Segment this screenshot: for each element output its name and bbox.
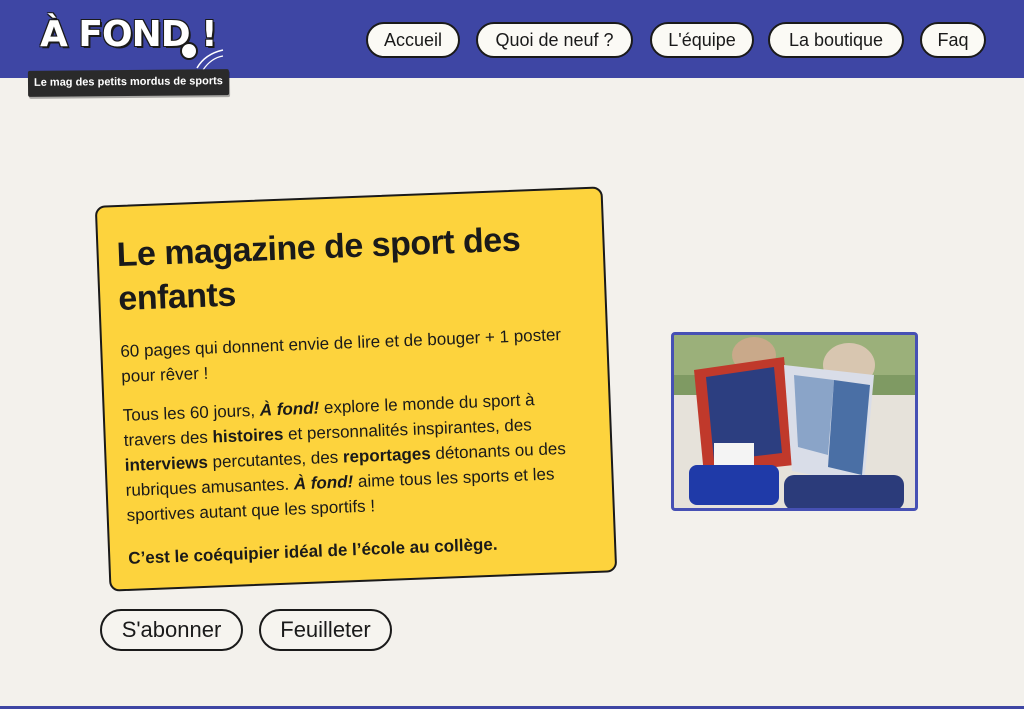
photo-illustration — [674, 335, 915, 508]
hero-intro: 60 pages qui donnent envie de lire et de… — [120, 325, 562, 386]
main-nav: Accueil Quoi de neuf ? L'équipe La bouti… — [0, 22, 1024, 58]
hero-card: Le magazine de sport des enfants 60 page… — [94, 186, 618, 592]
kids-reading-photo — [671, 332, 918, 511]
subscribe-button[interactable]: S'abonner — [100, 609, 243, 651]
site-header: À FOND ! Accueil Quoi de neuf ? L'équipe… — [0, 0, 1024, 78]
hero-closing: C’est le coéquipier idéal de l’école au … — [127, 534, 498, 568]
nav-quoi-de-neuf[interactable]: Quoi de neuf ? — [476, 22, 633, 58]
nav-accueil[interactable]: Accueil — [366, 22, 460, 58]
browse-button[interactable]: Feuilleter — [259, 609, 392, 651]
hero-title: Le magazine de sport des enfants — [115, 220, 521, 319]
nav-equipe[interactable]: L'équipe — [650, 22, 754, 58]
nav-boutique[interactable]: La boutique — [768, 22, 904, 58]
nav-faq[interactable]: Faq — [920, 22, 986, 58]
site-tagline: Le mag des petits mordus de sports — [27, 69, 229, 97]
hero-body: Tous les 60 jours, À fond! explore le mo… — [122, 390, 567, 525]
